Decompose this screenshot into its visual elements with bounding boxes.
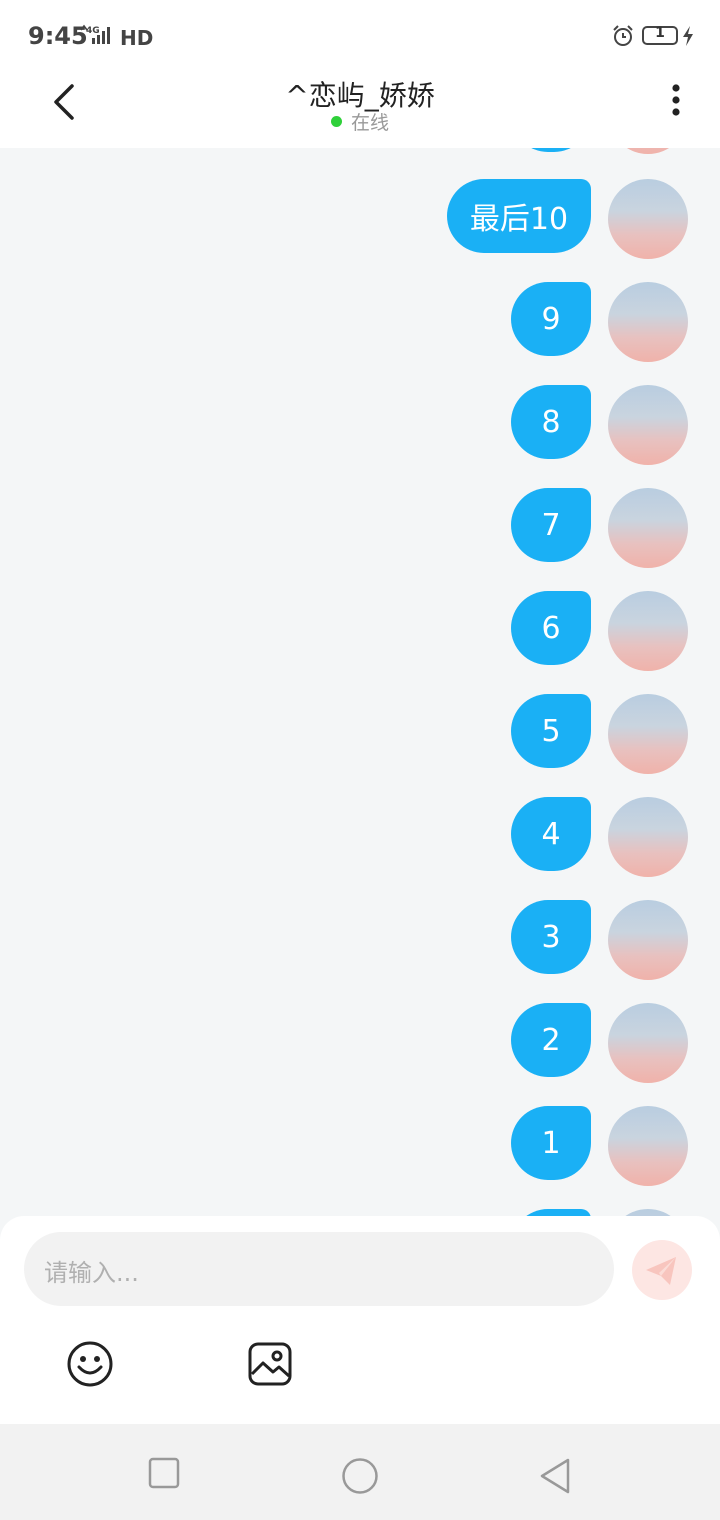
- avatar[interactable]: [608, 282, 688, 362]
- avatar[interactable]: [608, 488, 688, 568]
- message-bubble[interactable]: 5: [511, 694, 591, 768]
- message-text: 3: [541, 919, 561, 955]
- message-bubble[interactable]: 1: [511, 1106, 591, 1180]
- chat-header: ^恋屿_娇娇 在线: [0, 70, 720, 148]
- network-label: 4G: [86, 26, 100, 36]
- avatar[interactable]: [608, 179, 688, 259]
- hd-label: HD: [120, 26, 154, 50]
- message-bubble[interactable]: 6: [511, 591, 591, 665]
- charging-icon: [683, 26, 693, 46]
- message-text: 5: [541, 713, 561, 749]
- system-nav-bar: [0, 1424, 720, 1520]
- avatar[interactable]: [608, 1003, 688, 1083]
- back-icon[interactable]: [538, 1457, 572, 1495]
- message-text: 6: [541, 610, 561, 646]
- signal-icon: 4G: [80, 24, 110, 44]
- message-text: 9: [541, 301, 561, 337]
- message-bubble[interactable]: 4: [511, 797, 591, 871]
- message-bubble[interactable]: 最后10: [447, 179, 591, 253]
- message-text: 1: [541, 1125, 561, 1161]
- alarm-icon: [613, 25, 633, 46]
- recent-apps-icon[interactable]: [148, 1457, 180, 1489]
- composer: 请输入...: [0, 1216, 720, 1424]
- send-button[interactable]: [632, 1240, 692, 1300]
- message-bubble[interactable]: 9: [511, 282, 591, 356]
- avatar[interactable]: [608, 797, 688, 877]
- more-vertical-icon[interactable]: [664, 82, 688, 122]
- paper-plane-icon: [646, 1257, 676, 1285]
- online-status-label: 在线: [350, 112, 389, 134]
- battery-level: 1: [655, 25, 665, 41]
- avatar[interactable]: [608, 694, 688, 774]
- message-text: 4: [541, 816, 561, 852]
- online-status: 在线: [0, 108, 720, 135]
- smiley-icon[interactable]: [66, 1340, 114, 1388]
- avatar[interactable]: [608, 148, 688, 154]
- image-icon[interactable]: [246, 1340, 294, 1388]
- message-text: 2: [541, 1022, 561, 1058]
- avatar[interactable]: [608, 900, 688, 980]
- avatar[interactable]: [608, 1209, 688, 1216]
- message-bubble[interactable]: 8: [511, 385, 591, 459]
- message-input[interactable]: 请输入...: [24, 1232, 614, 1306]
- message-text: 7: [541, 507, 561, 543]
- status-bar: 9:45 4G HD 1: [0, 0, 720, 70]
- message-bubble[interactable]: 7: [511, 488, 591, 562]
- message-text: 8: [541, 404, 561, 440]
- message-bubble-partial[interactable]: [511, 148, 591, 152]
- avatar[interactable]: [608, 1106, 688, 1186]
- message-input-placeholder: 请输入...: [44, 1259, 139, 1287]
- message-text: 最后10: [469, 202, 569, 237]
- message-bubble[interactable]: 3: [511, 900, 591, 974]
- avatar[interactable]: [608, 591, 688, 671]
- home-icon[interactable]: [341, 1457, 379, 1495]
- battery-icon: 1: [642, 25, 678, 45]
- avatar[interactable]: [608, 385, 688, 465]
- online-dot: [330, 116, 342, 127]
- message-list[interactable]: 最后10 9 8 7 6 5 4 3 2 1: [0, 148, 720, 1216]
- message-bubble-partial[interactable]: [511, 1209, 591, 1216]
- message-bubble[interactable]: 2: [511, 1003, 591, 1077]
- status-time: 9:45: [28, 22, 88, 50]
